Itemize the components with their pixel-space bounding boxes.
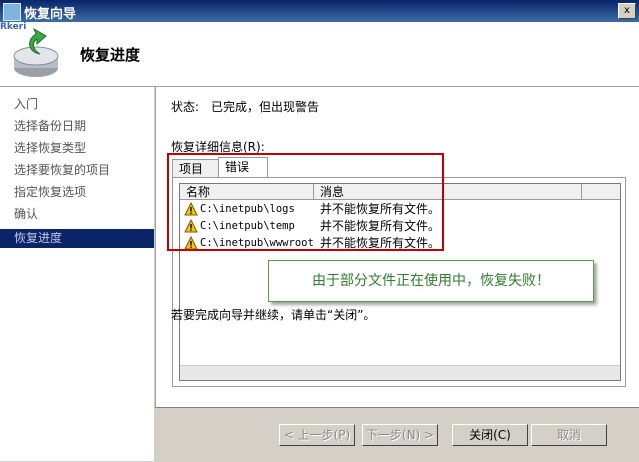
window-title: 恢复向导 (24, 7, 77, 22)
wizard-header: Rkeri 恢复进度 (0, 22, 639, 87)
title-bar: 恢复向导 x (0, 0, 639, 22)
page-title: 恢复进度 (80, 46, 141, 64)
error-callout: 由于部分文件正在使用中，恢复失败！ (268, 260, 594, 302)
close-button[interactable]: 关闭(C) (452, 424, 528, 446)
window-close-button[interactable]: x (618, 3, 636, 19)
status-label: 状态: (171, 100, 200, 114)
nav-step-getting-started[interactable]: 入门 (0, 95, 154, 114)
status-line: 状态: 已完成，但出现警告 (171, 98, 331, 115)
nav-step-recovery-options[interactable]: 指定恢复选项 (0, 183, 154, 202)
column-header-filler (582, 184, 620, 200)
nav-step-select-items[interactable]: 选择要恢复的项目 (0, 161, 154, 180)
cancel-button[interactable]: 取消 (531, 424, 607, 446)
nav-step-recovery-progress[interactable]: 恢复进度 (0, 229, 154, 248)
status-value: 已完成，但出现警告 (211, 100, 320, 114)
horizontal-scrollbar[interactable] (180, 365, 620, 380)
highlight-box (167, 153, 444, 251)
nav-step-confirmation[interactable]: 确认 (0, 205, 154, 224)
button-bar: < 上一步(P) 下一步(N) > 关闭(C) 取消 (155, 407, 639, 462)
next-button[interactable]: 下一步(N) > (362, 424, 438, 446)
nav-step-recovery-type[interactable]: 选择恢复类型 (0, 139, 154, 158)
wizard-app-icon (3, 3, 21, 21)
backup-restore-icon (13, 27, 59, 77)
previous-button[interactable]: < 上一步(P) (279, 424, 355, 446)
instruction-text: 若要完成向导并继续，请单击“关闭”。 (171, 308, 376, 322)
nav-step-backup-date[interactable]: 选择备份日期 (0, 117, 154, 136)
wizard-steps-nav: 入门 选择备份日期 选择恢复类型 选择要恢复的项目 指定恢复选项 确认 恢复进度 (0, 87, 154, 461)
